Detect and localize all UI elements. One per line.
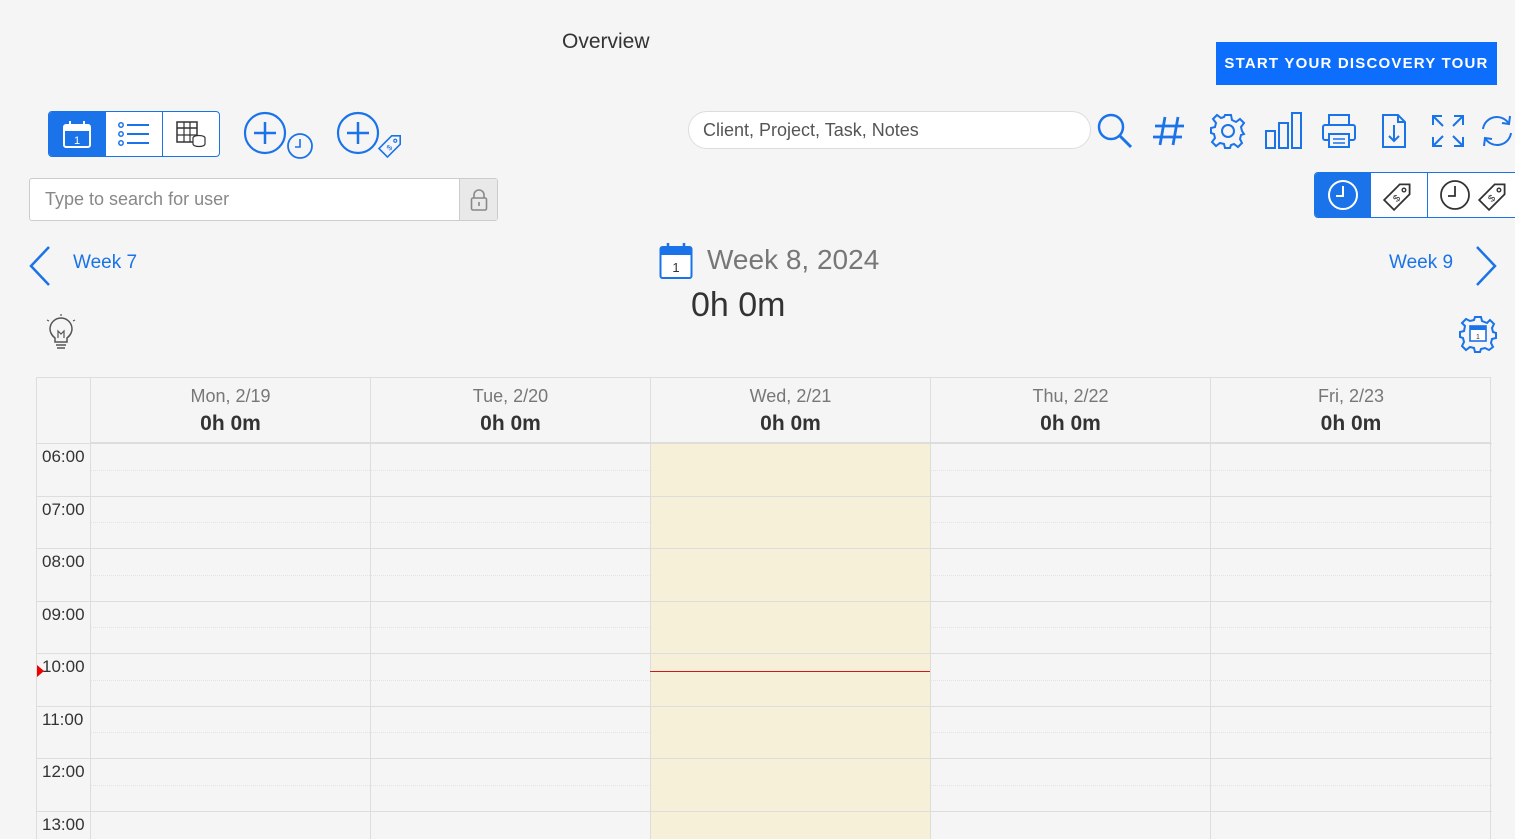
print-button[interactable] (1318, 110, 1360, 152)
table-view-button[interactable] (163, 112, 219, 156)
day-header: Tue, 2/20 0h 0m (371, 378, 650, 443)
search-button[interactable] (1094, 110, 1136, 152)
svg-text:1: 1 (1476, 334, 1480, 341)
page-title: Overview (562, 30, 650, 53)
global-search-input[interactable] (688, 111, 1091, 149)
tags-button[interactable] (1149, 110, 1189, 152)
today-highlight (651, 444, 930, 839)
day-name: Fri, 2/23 (1317, 386, 1385, 406)
hour-line (650, 496, 930, 497)
day-column[interactable]: Thu, 2/22 0h 0m (930, 378, 1210, 839)
time-mode-button[interactable] (1315, 173, 1372, 217)
lightbulb-icon (46, 314, 76, 349)
table-icon (176, 121, 206, 148)
hour-label: 10:00 (42, 657, 85, 676)
entry-type-toggle: $ $ (1314, 172, 1515, 218)
hour-line (650, 758, 930, 759)
add-time-entry-button[interactable] (240, 108, 316, 162)
settings-button[interactable] (1207, 110, 1249, 152)
time-and-expense-mode-button[interactable]: $ (1428, 173, 1515, 217)
week-calendar-icon[interactable]: 1 (659, 242, 693, 285)
day-column[interactable]: Fri, 2/23 0h 0m (1210, 378, 1491, 839)
day-total: 0h 0m (1040, 412, 1101, 435)
expense-mode-button[interactable]: $ (1371, 173, 1428, 217)
hour-label: 13:00 (42, 815, 85, 834)
add-time-icon (243, 111, 313, 159)
search-icon (1097, 113, 1133, 149)
prev-week-link[interactable]: Week 7 (73, 252, 137, 274)
day-total: 0h 0m (480, 412, 541, 435)
chevron-left-icon (29, 246, 50, 286)
tips-button[interactable] (44, 314, 78, 352)
gear-icon (1210, 113, 1246, 149)
current-time-line (650, 671, 930, 672)
week-total: 0h 0m (691, 286, 786, 324)
calendar-icon: 1 (63, 121, 91, 148)
svg-text:1: 1 (74, 135, 80, 147)
hour-line (650, 601, 930, 602)
hour-label: 07:00 (42, 500, 85, 519)
list-icon (118, 122, 149, 146)
add-expense-button[interactable]: $ (333, 108, 409, 162)
hour-label: 08:00 (42, 552, 85, 571)
bar-chart-icon (1265, 112, 1302, 149)
day-name: Tue, 2/20 (472, 386, 549, 406)
clock-tag-icon: $ (1440, 180, 1506, 212)
chevron-right-icon (1476, 246, 1497, 286)
current-time-marker (37, 665, 44, 677)
hour-line (650, 653, 930, 654)
hashtag-icon (1153, 116, 1184, 146)
printer-icon (1322, 114, 1356, 148)
day-column[interactable]: Tue, 2/20 0h 0m (370, 378, 650, 839)
day-header: Wed, 2/21 0h 0m (651, 378, 930, 443)
fullscreen-icon (1432, 115, 1464, 147)
day-column-today[interactable]: Wed, 2/21 0h 0m (650, 378, 930, 839)
export-button[interactable] (1374, 110, 1414, 152)
day-column[interactable]: Mon, 2/19 0h 0m (90, 378, 370, 839)
day-header: Thu, 2/22 0h 0m (931, 378, 1210, 443)
fullscreen-button[interactable] (1428, 110, 1468, 152)
day-header: Fri, 2/23 0h 0m (1211, 378, 1491, 443)
user-search-box (29, 178, 498, 221)
lock-icon (470, 188, 487, 211)
day-total: 0h 0m (200, 412, 261, 435)
refresh-button[interactable] (1478, 110, 1515, 152)
user-search-input[interactable] (30, 179, 459, 220)
reports-button[interactable] (1262, 108, 1306, 152)
next-week-link[interactable]: Week 9 (1389, 252, 1453, 274)
day-header: Mon, 2/19 0h 0m (91, 378, 370, 443)
prev-week-arrow[interactable] (26, 244, 54, 288)
export-icon (1382, 114, 1406, 148)
calendar-day-number: 1 (672, 260, 679, 275)
hour-label: 06:00 (42, 447, 85, 466)
hour-label: 09:00 (42, 605, 85, 624)
calendar-gear-icon: 1 (1459, 316, 1497, 353)
list-view-button[interactable] (106, 112, 163, 156)
refresh-icon (1482, 115, 1512, 147)
next-week-arrow[interactable] (1472, 244, 1500, 288)
day-total: 0h 0m (760, 412, 821, 435)
calendar-settings-button[interactable]: 1 (1458, 314, 1498, 354)
user-lock-button[interactable] (459, 179, 497, 220)
clock-icon (1327, 180, 1358, 210)
week-title: Week 8, 2024 (707, 244, 880, 275)
calendar-icon: 1 (659, 243, 693, 279)
view-mode-group: 1 (48, 111, 220, 157)
add-expense-icon: $ (336, 111, 401, 159)
tag-icon: $ (1383, 183, 1411, 212)
day-name: Mon, 2/19 (190, 386, 271, 406)
discovery-tour-button[interactable]: START YOUR DISCOVERY TOUR (1216, 42, 1497, 85)
calendar-view-button[interactable]: 1 (49, 112, 106, 156)
hour-line (650, 811, 930, 812)
hour-label: 12:00 (42, 762, 85, 781)
day-name: Thu, 2/22 (1032, 386, 1109, 406)
week-calendar-grid: 06:00 07:00 08:00 09:00 10:00 11:00 12:0… (36, 377, 1492, 839)
hour-label: 11:00 (42, 710, 84, 729)
hour-line (650, 706, 930, 707)
hour-line (650, 548, 930, 549)
day-total: 0h 0m (1320, 412, 1382, 435)
day-name: Wed, 2/21 (749, 386, 832, 406)
